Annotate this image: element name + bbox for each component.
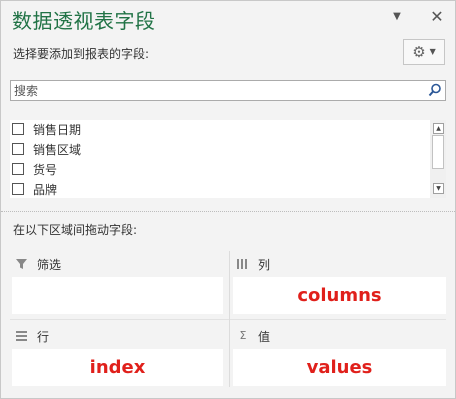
field-item[interactable]: 品牌: [12, 180, 57, 198]
search-box[interactable]: [10, 80, 446, 101]
filters-drop-zone[interactable]: [12, 277, 223, 314]
field-list-scrollbar[interactable]: ▲ ▼: [430, 120, 446, 198]
tools-button[interactable]: ⚙ ▼: [403, 39, 445, 65]
field-item[interactable]: 销售区域: [12, 140, 81, 158]
search-icon[interactable]: [428, 83, 442, 97]
checkbox[interactable]: [12, 143, 24, 155]
checkbox[interactable]: [12, 183, 24, 195]
search-input[interactable]: [11, 81, 427, 100]
rows-drop-zone[interactable]: index: [12, 349, 223, 386]
panel-title: 数据透视表字段: [12, 9, 156, 33]
caret-down-icon: ▼: [429, 47, 436, 56]
field-item[interactable]: 货号: [12, 160, 57, 178]
scrollbar-thumb[interactable]: [432, 135, 444, 169]
rows-area-header: 行: [15, 327, 49, 345]
values-label: 值: [258, 329, 271, 344]
gear-icon: ⚙: [412, 42, 426, 61]
field-label: 货号: [33, 162, 58, 177]
scroll-up-icon[interactable]: ▲: [433, 123, 444, 134]
field-list: 销售日期 销售区域 货号 品牌 ▲ ▼: [10, 120, 446, 198]
close-icon[interactable]: ✕: [428, 9, 446, 25]
filters-label: 筛选: [37, 257, 62, 272]
field-label: 品牌: [33, 182, 58, 197]
columns-drop-zone[interactable]: columns: [233, 277, 446, 314]
pivot-field-list-panel: 数据透视表字段 ▼ ✕ 选择要添加到报表的字段: ⚙ ▼ 销售日期 销售区域 货…: [0, 0, 456, 399]
scroll-down-icon[interactable]: ▼: [433, 183, 444, 194]
values-drop-zone[interactable]: values: [233, 349, 446, 386]
area-separator: [10, 319, 446, 320]
filters-area-header: 筛选: [15, 255, 61, 273]
checkbox[interactable]: [12, 163, 24, 175]
checkbox[interactable]: [12, 123, 24, 135]
chevron-down-icon[interactable]: ▼: [388, 9, 406, 25]
rows-icon: [16, 331, 27, 341]
choose-fields-label: 选择要添加到报表的字段:: [13, 47, 150, 61]
drag-fields-label: 在以下区域间拖动字段:: [13, 223, 138, 237]
columns-icon: [237, 259, 247, 269]
sigma-icon: Σ: [239, 329, 247, 342]
rows-label: 行: [37, 329, 50, 344]
columns-area-header: 列: [236, 255, 270, 273]
section-divider: [1, 211, 455, 212]
area-vertical-separator: [229, 251, 230, 387]
columns-label: 列: [258, 257, 271, 272]
field-label: 销售区域: [33, 142, 82, 157]
field-item[interactable]: 销售日期: [12, 120, 81, 138]
field-label: 销售日期: [33, 122, 82, 137]
filter-icon: [16, 259, 27, 269]
values-area-header: Σ 值: [236, 327, 271, 345]
